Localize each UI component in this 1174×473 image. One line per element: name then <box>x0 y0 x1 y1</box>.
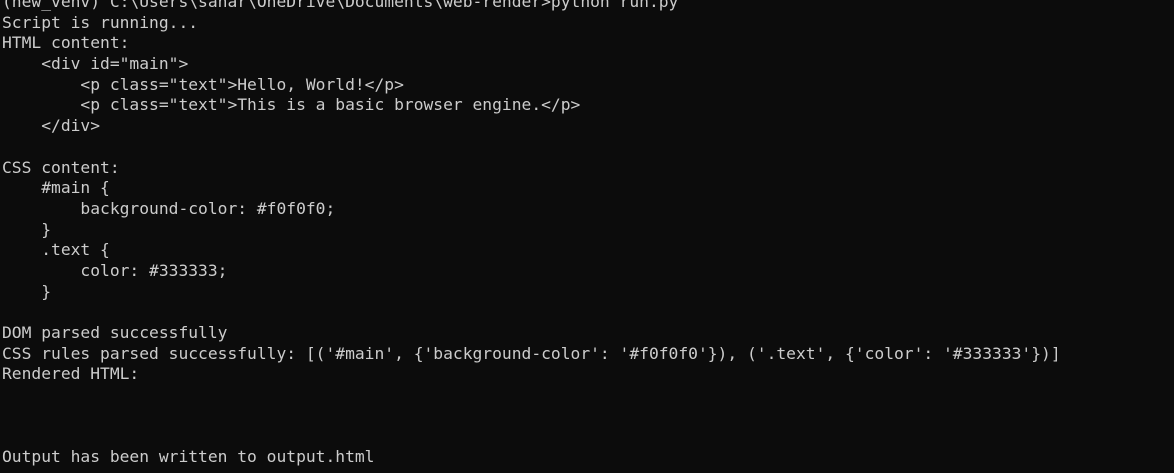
output-line: background-color: #f0f0f0; <box>2 198 336 218</box>
output-line: CSS content: <box>2 157 120 177</box>
output-line: DOM parsed successfully <box>2 323 228 342</box>
output-line: #main { <box>2 178 110 198</box>
output-line: } <box>2 281 52 301</box>
command-prompt-line: (new_venv) C:\Users\sahar\OneDrive\Docum… <box>2 0 679 11</box>
output-line: <div id="main"> <box>2 54 189 74</box>
output-line: </div> <box>2 116 101 136</box>
output-line: <p class="text">Hello, World!</p> <box>2 74 404 94</box>
output-line: } <box>2 219 52 239</box>
output-line: .text { <box>2 240 110 260</box>
output-line: Rendered HTML: <box>2 364 140 384</box>
terminal-window[interactable]: (new_venv) C:\Users\sahar\OneDrive\Docum… <box>0 0 1174 467</box>
output-line: color: #333333; <box>2 260 228 280</box>
output-line: CSS rules parsed successfully: [('#main'… <box>2 343 1061 363</box>
output-line: Output has been written to output.html <box>2 447 375 467</box>
output-line: <p class="text">This is a basic browser … <box>2 95 581 115</box>
output-line: Script is running... <box>2 12 199 32</box>
output-line: HTML content: <box>2 33 130 53</box>
